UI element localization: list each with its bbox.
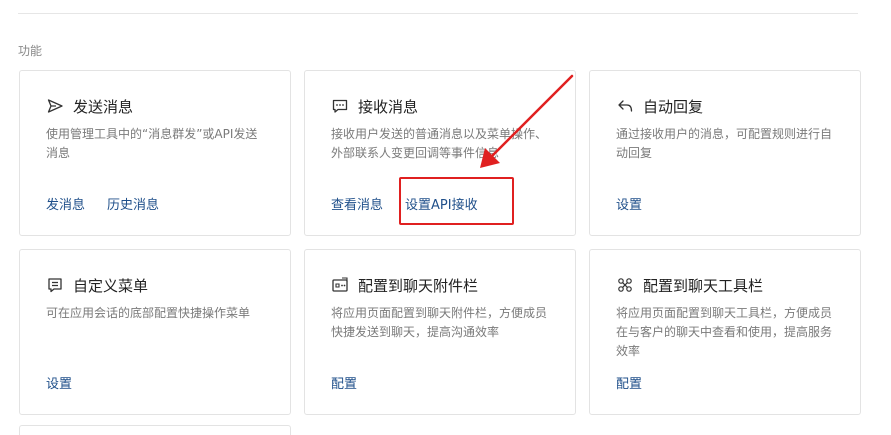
card-chat-attachment-bar: 配置到聊天附件栏 将应用页面配置到聊天附件栏，方便成员快捷发送到聊天，提高沟通效… <box>304 249 576 415</box>
menu-icon <box>46 276 64 294</box>
highlight-box <box>399 177 514 225</box>
card-title: 配置到聊天附件栏 <box>358 276 479 295</box>
send-icon <box>46 97 64 115</box>
card-custom-menu: 自定义菜单 可在应用会话的底部配置快捷操作菜单 设置 <box>19 249 291 415</box>
auto-reply-settings-link[interactable]: 设置 <box>616 194 642 213</box>
toolbar-configure-link[interactable]: 配置 <box>616 373 642 392</box>
section-label: 功能 <box>18 44 43 58</box>
top-divider <box>18 13 858 14</box>
feature-grid: 发送消息 使用管理工具中的“消息群发”或API发送消息 发消息 历史消息 接收消… <box>19 70 861 415</box>
card-desc: 将应用页面配置到聊天工具栏，方便成员在与客户的聊天中查看和使用，提高服务效率 <box>616 306 833 358</box>
card-title: 发送消息 <box>73 97 134 116</box>
message-icon <box>331 97 349 115</box>
card-desc: 接收用户发送的普通消息以及菜单操作、外部联系人变更回调等事件信息 <box>331 127 548 160</box>
card-auto-reply: 自动回复 通过接收用户的消息，可配置规则进行自动回复 设置 <box>589 70 861 236</box>
card-title: 接收消息 <box>358 97 419 116</box>
card-partial <box>19 425 291 435</box>
card-desc: 使用管理工具中的“消息群发”或API发送消息 <box>46 127 258 160</box>
toolbar-icon <box>616 276 634 294</box>
card-send-message: 发送消息 使用管理工具中的“消息群发”或API发送消息 发消息 历史消息 <box>19 70 291 236</box>
send-message-link[interactable]: 发消息 <box>46 194 85 213</box>
card-title: 自定义菜单 <box>73 276 149 295</box>
card-desc: 将应用页面配置到聊天附件栏，方便成员快捷发送到聊天，提高沟通效率 <box>331 306 548 339</box>
history-message-link[interactable]: 历史消息 <box>107 194 159 213</box>
attachment-bar-icon <box>331 276 349 294</box>
card-title: 配置到聊天工具栏 <box>643 276 764 295</box>
custom-menu-settings-link[interactable]: 设置 <box>46 373 72 392</box>
card-desc: 可在应用会话的底部配置快捷操作菜单 <box>46 306 251 320</box>
reply-icon <box>616 97 634 115</box>
view-message-link[interactable]: 查看消息 <box>331 194 383 213</box>
card-title: 自动回复 <box>643 97 704 116</box>
card-chat-toolbar: 配置到聊天工具栏 将应用页面配置到聊天工具栏，方便成员在与客户的聊天中查看和使用… <box>589 249 861 415</box>
attachment-bar-configure-link[interactable]: 配置 <box>331 373 357 392</box>
card-desc: 通过接收用户的消息，可配置规则进行自动回复 <box>616 127 833 160</box>
